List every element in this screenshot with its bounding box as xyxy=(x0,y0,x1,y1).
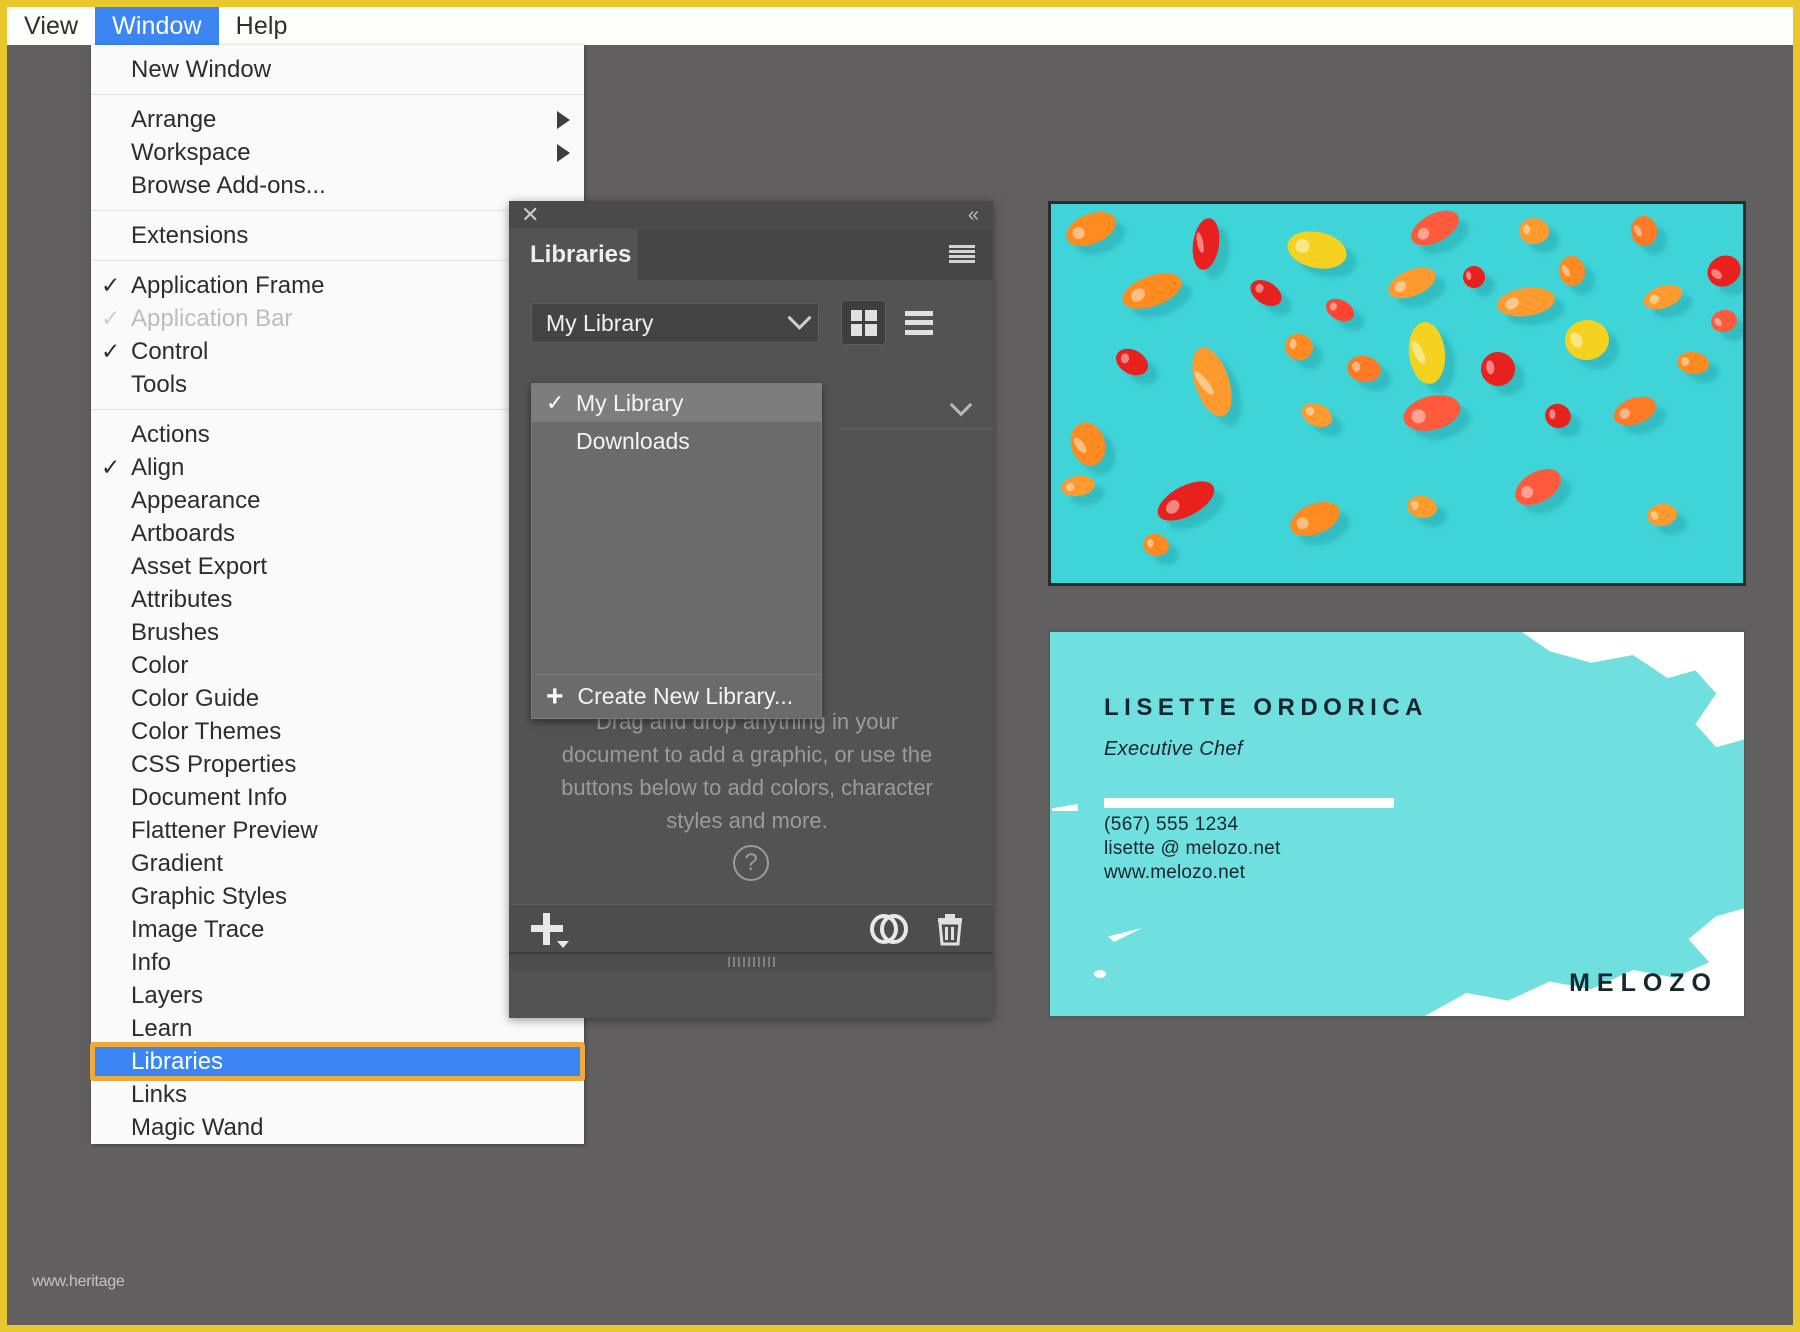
menu-item-label: Flattener Preview xyxy=(131,817,570,845)
panel-body: My Library ✓ My Library Downloads + Create… xyxy=(509,280,993,970)
menubar-item-label: View xyxy=(24,12,78,41)
library-dropdown-list[interactable]: ✓ My Library Downloads + Create New Librar… xyxy=(531,383,822,719)
menu-item-label: Links xyxy=(131,1081,570,1109)
menu-item-label: Tools xyxy=(131,371,570,399)
creative-cloud-icon[interactable] xyxy=(869,913,909,945)
menu-item-label: Graphic Styles xyxy=(131,883,505,911)
menu-item-arrange[interactable]: Arrange xyxy=(91,103,584,136)
menu-item-label: Workspace xyxy=(131,139,537,167)
grid-glyph xyxy=(851,310,877,336)
plus-icon: + xyxy=(546,682,564,712)
panel-footer-toolbar xyxy=(509,904,993,952)
collapse-panel-icon[interactable]: « xyxy=(968,205,979,225)
menu-item-libraries[interactable]: Libraries xyxy=(91,1045,584,1078)
menubar-item-help[interactable]: Help xyxy=(219,7,305,45)
checkmark-icon: ✓ xyxy=(101,307,120,330)
menu-item-new-window[interactable]: New Window xyxy=(91,53,584,86)
menu-item-workspace[interactable]: Workspace xyxy=(91,136,584,169)
menu-item-label: CSS Properties xyxy=(131,751,570,779)
delete-icon[interactable] xyxy=(933,911,967,947)
menu-item-label: Brushes xyxy=(131,619,570,647)
panel-resize-grip[interactable] xyxy=(509,952,993,970)
card-job-title: Executive Chef xyxy=(1104,738,1243,761)
list-view-icon[interactable] xyxy=(896,300,941,345)
menu-item-label: Document Info xyxy=(131,784,570,812)
menu-item-label: Info xyxy=(131,949,502,977)
menu-item-label: Artboards xyxy=(131,520,570,548)
tab-libraries[interactable]: Libraries xyxy=(509,229,638,280)
create-new-library-button[interactable]: + Create New Library... xyxy=(532,674,821,718)
panel-menu-icon[interactable] xyxy=(949,245,975,263)
dropdown-option-label: Downloads xyxy=(576,428,690,455)
card-logo: MELOZO xyxy=(1569,969,1718,998)
create-new-library-label: Create New Library... xyxy=(578,683,794,710)
menu-item-label: Color Themes xyxy=(131,718,570,746)
menu-item-links[interactable]: Links xyxy=(91,1078,584,1111)
submenu-arrow-icon xyxy=(557,144,570,162)
menu-item-label: Magic Wand xyxy=(131,1114,570,1142)
checkmark-icon: ✓ xyxy=(101,274,120,297)
menu-item-label: Align xyxy=(131,454,570,482)
grid-view-icon[interactable] xyxy=(841,300,886,345)
card-name: LISETTE ORDORICA xyxy=(1104,694,1428,722)
menu-item-label: Browse Add-ons... xyxy=(131,172,570,200)
menu-item-label: Libraries xyxy=(131,1048,570,1076)
dropdown-option-label: My Library xyxy=(576,390,683,417)
menubar-item-label: Window xyxy=(112,12,202,41)
help-icon[interactable]: ? xyxy=(733,845,769,881)
section-divider xyxy=(841,428,993,429)
menu-item-label: Color Guide xyxy=(131,685,570,713)
library-select[interactable]: My Library xyxy=(531,303,819,343)
checkmark-icon: ✓ xyxy=(101,340,120,363)
menu-separator xyxy=(91,94,584,95)
menu-item-label: Image Trace xyxy=(131,916,570,944)
submenu-arrow-icon xyxy=(557,111,570,129)
card-divider-rule xyxy=(1104,798,1394,808)
app-window: View Window Help New Window Arrange Workspac… xyxy=(0,0,1800,1332)
panel-titlebar: ✕ « xyxy=(509,201,993,229)
menu-item-label: New Window xyxy=(131,56,570,84)
card-phone: (567) 555 1234 xyxy=(1104,814,1238,836)
menu-item-label: Arrange xyxy=(131,106,537,134)
menu-item-label: Layers xyxy=(131,982,524,1010)
menu-item-label: Gradient xyxy=(131,850,570,878)
menu-item-label: Control xyxy=(131,338,570,366)
menu-item-label: Appearance xyxy=(131,487,570,515)
menubar-item-window[interactable]: Window xyxy=(95,7,219,45)
card-website: www.melozo.net xyxy=(1104,862,1245,884)
checkmark-icon: ✓ xyxy=(546,390,564,416)
libraries-panel[interactable]: ✕ « Libraries My Library ✓ xyxy=(509,201,993,1018)
menu-item-label: Asset Export xyxy=(131,553,570,581)
panel-tabstrip: Libraries xyxy=(509,229,993,280)
menu-item-label: Actions xyxy=(131,421,570,449)
checkmark-icon: ✓ xyxy=(101,456,120,479)
card-email: lisette @ melozo.net xyxy=(1104,838,1280,860)
empty-state-message: Drag and drop anything in your document … xyxy=(547,705,947,837)
watermark-text: www.heritage xyxy=(32,1273,124,1291)
close-icon[interactable]: ✕ xyxy=(521,205,539,225)
peppers-photo[interactable] xyxy=(1048,201,1746,586)
add-item-icon[interactable] xyxy=(529,911,565,947)
menu-item-label: Extensions xyxy=(131,222,570,250)
chevron-down-icon xyxy=(787,305,811,329)
menubar-item-view[interactable]: View xyxy=(7,7,95,45)
dropdown-options: ✓ My Library Downloads xyxy=(532,384,821,674)
library-select-value: My Library xyxy=(546,310,791,337)
dropdown-option-my-library[interactable]: ✓ My Library xyxy=(532,384,821,422)
business-card-artwork[interactable]: LISETTE ORDORICA Executive Chef (567) 55… xyxy=(1048,630,1746,1018)
menu-item-browse-add-ons[interactable]: Browse Add-ons... xyxy=(91,169,584,202)
menu-item-label: Application Frame xyxy=(131,272,570,300)
dropdown-option-downloads[interactable]: Downloads xyxy=(532,422,821,460)
menu-item-label: Color xyxy=(131,652,570,680)
menu-item-magic-wand[interactable]: Magic Wand xyxy=(91,1111,584,1144)
menu-bar: View Window Help xyxy=(7,7,1793,45)
menubar-item-label: Help xyxy=(236,12,288,41)
expand-section-chevron-icon[interactable] xyxy=(950,394,973,417)
menu-item-label: Learn xyxy=(131,1015,570,1043)
menu-item-label: Attributes xyxy=(131,586,570,614)
menu-item-label: Application Bar xyxy=(131,305,570,333)
list-glyph xyxy=(905,311,933,335)
